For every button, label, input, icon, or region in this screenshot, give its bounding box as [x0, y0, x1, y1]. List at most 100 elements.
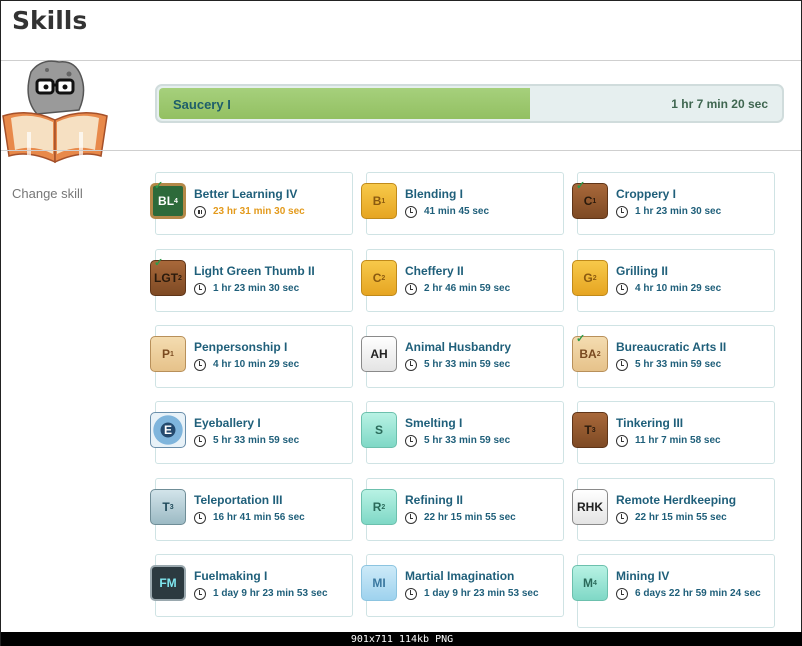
divider — [1, 150, 801, 151]
skill-icon: M4 — [572, 565, 608, 601]
skill-time: 4 hr 10 min 29 sec — [616, 283, 721, 295]
skill-card[interactable]: AH Animal Husbandry 5 hr 33 min 59 sec — [361, 325, 564, 388]
skill-card[interactable]: C 2 Cheffery II 2 hr 46 min 59 sec — [361, 249, 564, 312]
clock-icon — [616, 435, 628, 447]
skills-page: Skills Change skill Saucery I 1 hr 7 min… — [0, 0, 802, 646]
clock-icon — [616, 283, 628, 295]
clock-icon — [194, 588, 206, 600]
skill-time-text: 16 hr 41 min 56 sec — [213, 512, 305, 523]
skill-icon: FM — [150, 565, 186, 601]
learned-check-icon: ✓ — [576, 180, 586, 192]
skill-icon-label: T — [162, 500, 170, 514]
skill-icon-label: C — [372, 271, 382, 285]
skill-time-text: 5 hr 33 min 59 sec — [424, 359, 511, 370]
clock-icon — [405, 435, 417, 447]
skill-card[interactable]: G 2 Grilling II 4 hr 10 min 29 sec — [572, 249, 775, 312]
skill-card[interactable]: LGT 2 ✓ Light Green Thumb II 1 hr 23 min 30 … — [150, 249, 353, 312]
learned-check-icon: ✓ — [154, 180, 164, 192]
skill-icon: T3 — [572, 412, 608, 448]
skill-card[interactable]: R 2 Refining II 22 hr 15 min 55 sec — [361, 478, 564, 541]
skill-card[interactable]: P 1 Penpersonship I 4 hr 10 min 29 sec — [150, 325, 353, 388]
current-skill-progress-bar: Saucery I 1 hr 7 min 20 sec — [155, 84, 784, 123]
skill-icon-label: P — [162, 347, 171, 361]
skill-icon-level: 3 — [169, 503, 174, 511]
skill-card[interactable]: BA 2 ✓ Bureaucratic Arts II 5 hr 33 min 59 s… — [572, 325, 775, 388]
skill-time: 11 hr 7 min 58 sec — [616, 435, 721, 447]
skill-card[interactable]: RHK Remote Herdkeeping 22 hr 15 min 55 sec — [572, 478, 775, 541]
skill-icon-level: 1 — [381, 197, 386, 205]
skill-name: Fuelmaking I — [194, 569, 268, 583]
skill-name: Cheffery II — [405, 264, 464, 278]
skill-icon-label: S — [374, 423, 383, 437]
skill-icon-label: BL — [158, 194, 175, 208]
skill-time-text: 4 hr 10 min 29 sec — [635, 283, 722, 294]
skill-card[interactable]: T 3 Teleportation III 16 hr 41 min 56 sec — [150, 478, 353, 541]
skill-icon-level: 2 — [381, 274, 386, 282]
clock-icon — [616, 359, 628, 371]
skill-name: Refining II — [405, 493, 463, 507]
skill-icon-label: MI — [372, 576, 386, 590]
clock-icon — [616, 206, 628, 218]
skill-icon-label: R — [372, 500, 382, 514]
skill-time-text: 6 days 22 hr 59 min 24 sec — [635, 588, 761, 599]
page-title: Skills — [12, 6, 88, 35]
pause-icon — [194, 206, 206, 218]
skill-time: 5 hr 33 min 59 sec — [194, 435, 299, 447]
skill-name: Remote Herdkeeping — [616, 493, 737, 507]
skill-name: Croppery I — [616, 187, 677, 201]
skill-time: 22 hr 15 min 55 sec — [405, 512, 516, 524]
clock-icon — [194, 512, 206, 524]
skill-icon-label: M — [583, 576, 594, 590]
skill-icon: E — [150, 412, 186, 448]
skill-name: Blending I — [405, 187, 463, 201]
current-skill-remaining: 1 hr 7 min 20 sec — [671, 97, 768, 111]
skill-icon-label: RHK — [577, 500, 603, 514]
skill-card[interactable]: B 1 Blending I 41 min 45 sec — [361, 172, 564, 235]
skill-icon-level: 3 — [591, 426, 596, 434]
skill-icon-level: 4 — [593, 579, 597, 587]
skill-time-text: 2 hr 46 min 59 sec — [424, 283, 511, 294]
skill-card[interactable]: S Smelting I 5 hr 33 min 59 sec — [361, 401, 564, 464]
skill-time-text: 22 hr 15 min 55 sec — [635, 512, 727, 523]
learned-check-icon: ✓ — [576, 333, 586, 345]
skill-card[interactable]: FM Fuelmaking I 1 day 9 hr 23 min 53 sec — [150, 554, 353, 617]
change-skill-link[interactable]: Change skill — [12, 186, 83, 201]
skill-card[interactable]: M 4 Mining IV 6 days 22 hr 59 min 24 sec — [572, 554, 775, 628]
clock-icon — [194, 435, 206, 447]
clock-icon — [616, 588, 628, 600]
skill-icon-label: BA — [579, 347, 597, 361]
skill-icon-level: 2 — [596, 350, 601, 358]
skill-icon: B1 — [361, 183, 397, 219]
skill-time: 5 hr 33 min 59 sec — [405, 359, 510, 371]
skill-card[interactable]: BL 4 ✓ Better Learning IV 23 hr 31 min 30 se… — [150, 172, 353, 235]
skill-time: 1 day 9 hr 23 min 53 sec — [405, 588, 539, 600]
skill-card[interactable]: MI Martial Imagination 1 day 9 hr 23 min 5… — [361, 554, 564, 617]
skill-icon-label: T — [584, 423, 592, 437]
skill-name: Eyeballery I — [194, 416, 261, 430]
skill-card[interactable]: E Eyeballery I 5 hr 33 min 59 sec — [150, 401, 353, 464]
skill-time-text: 5 hr 33 min 59 sec — [213, 435, 300, 446]
clock-icon — [405, 206, 417, 218]
skill-icon-level: 1 — [592, 197, 597, 205]
clock-icon — [405, 512, 417, 524]
skill-icon: MI — [361, 565, 397, 601]
skill-icon-level: 2 — [381, 503, 386, 511]
skill-card[interactable]: C 1 ✓ Croppery I 1 hr 23 min 30 sec — [572, 172, 775, 235]
skill-time: 1 day 9 hr 23 min 53 sec — [194, 588, 328, 600]
skill-name: Bureaucratic Arts II — [616, 340, 727, 354]
clock-icon — [616, 512, 628, 524]
skill-card[interactable]: T 3 Tinkering III 11 hr 7 min 58 sec — [572, 401, 775, 464]
skill-time: 5 hr 33 min 59 sec — [405, 435, 510, 447]
skill-time: 41 min 45 sec — [405, 206, 489, 218]
skill-icon-label: G — [583, 271, 593, 285]
skill-icon-label: C — [583, 194, 593, 208]
skill-time: 22 hr 15 min 55 sec — [616, 512, 727, 524]
skill-icon-level: 2 — [592, 274, 597, 282]
skill-name: Animal Husbandry — [405, 340, 512, 354]
skill-time-text: 4 hr 10 min 29 sec — [213, 359, 300, 370]
skill-icon: R2 — [361, 489, 397, 525]
skill-name: Light Green Thumb II — [194, 264, 315, 278]
skill-icon: C2 — [361, 260, 397, 296]
clock-icon — [405, 359, 417, 371]
skill-icon-level: 4 — [174, 197, 178, 205]
